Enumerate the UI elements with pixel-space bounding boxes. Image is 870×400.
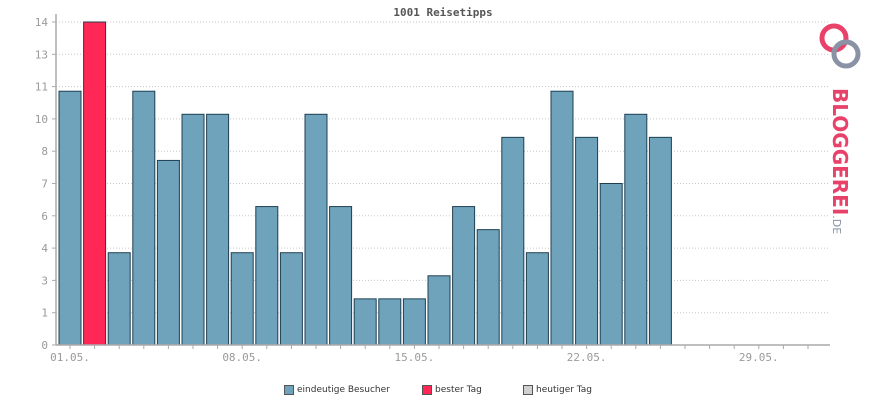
legend-swatch-today	[523, 385, 533, 395]
y-tick-label: 4	[41, 242, 48, 255]
legend-swatch-visitors	[284, 385, 294, 395]
chart-title: 1001 Reisetipps	[393, 6, 492, 19]
bar	[525, 252, 549, 346]
legend-label-today: heutiger Tag	[536, 385, 593, 395]
x-tick-label: 29.05.	[739, 351, 779, 364]
x-tick-label: 08.05.	[222, 351, 262, 364]
y-tick-label: 7	[41, 178, 48, 191]
bar	[181, 113, 205, 346]
logo-main-text: BLOGGEREI	[828, 88, 852, 216]
legend-label-visitors: eindeutige Besucher	[297, 385, 390, 395]
logo-icon	[819, 23, 861, 69]
x-axis-ticks: 01.05. 08.05. 15.05. 22.05. 29.05.	[50, 345, 809, 364]
bar	[255, 206, 279, 346]
x-tick-label: 15.05.	[395, 351, 435, 364]
bar	[624, 113, 648, 346]
y-tick-label: 6	[41, 210, 48, 223]
bar	[156, 159, 180, 346]
x-tick-label: 22.05.	[567, 351, 607, 364]
legend-item-visitors: eindeutige Besucher	[284, 385, 390, 395]
bar	[648, 136, 672, 346]
y-tick-label: 1	[41, 307, 48, 320]
legend-item-today: heutiger Tag	[523, 385, 592, 395]
legend-swatch-best-day	[422, 385, 432, 395]
y-tick-label: 14	[35, 16, 49, 29]
y-tick-label: 11	[35, 81, 48, 94]
legend: eindeutige Besucher bester Tag heutiger …	[0, 385, 870, 399]
bar	[304, 113, 328, 346]
bar	[329, 206, 353, 346]
bar	[575, 136, 599, 346]
bar	[279, 252, 303, 346]
bar	[599, 183, 623, 346]
y-tick-label: 3	[41, 274, 48, 287]
bar	[427, 275, 451, 346]
bar	[132, 90, 156, 346]
bar	[107, 252, 131, 346]
y-tick-label: 10	[35, 113, 48, 126]
bar	[378, 298, 402, 346]
x-tick-label: 01.05.	[50, 351, 90, 364]
bloggerei-logo: BLOGGEREI.DE	[812, 18, 868, 234]
bar	[452, 206, 476, 346]
y-axis-ticks: 013467810111314	[35, 16, 56, 352]
y-tick-label: 13	[35, 48, 48, 61]
bar-best-day	[83, 21, 107, 346]
y-tick-label: 8	[41, 145, 48, 158]
bar	[501, 136, 525, 346]
bar	[206, 113, 230, 346]
bar	[550, 90, 574, 346]
legend-item-best-day: bester Tag	[422, 385, 482, 395]
logo-text: BLOGGEREI.DE	[828, 88, 852, 234]
bar	[353, 298, 377, 346]
bar	[58, 90, 82, 346]
bar	[230, 252, 254, 346]
chart: 1001 Reisetipps 013467810111314 01.05. 08…	[35, 6, 830, 364]
bar	[402, 298, 426, 346]
logo-suffix-text: .DE	[830, 215, 843, 235]
legend-label-best-day: bester Tag	[435, 385, 482, 395]
y-tick-label: 0	[41, 339, 48, 352]
bar	[476, 229, 500, 346]
